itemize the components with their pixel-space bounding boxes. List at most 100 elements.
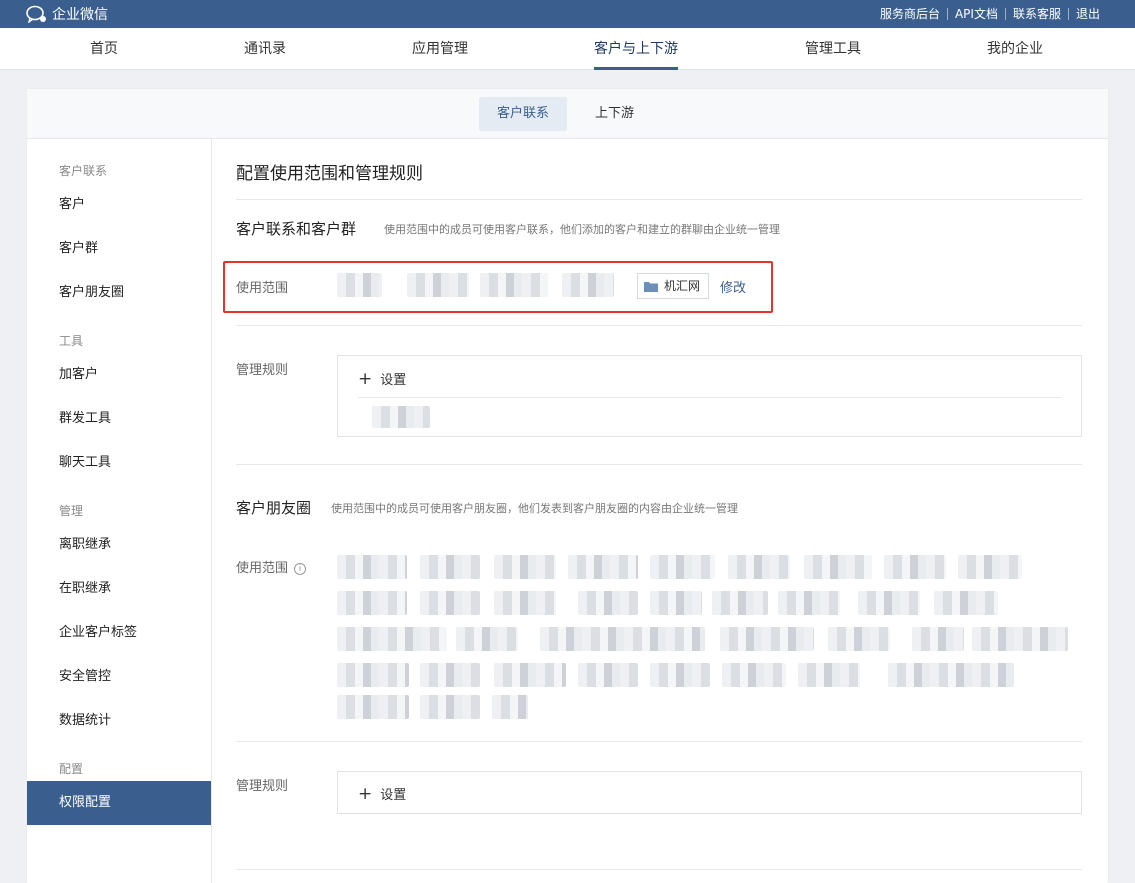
sidebar-item-customer-groups[interactable]: 客户群 bbox=[27, 227, 211, 271]
logo[interactable]: 企业微信 bbox=[26, 4, 108, 24]
info-icon[interactable]: i bbox=[294, 563, 307, 575]
blurred-member bbox=[494, 555, 556, 579]
blurred-member bbox=[492, 695, 528, 719]
rule-label-contact: 管理规则 bbox=[236, 363, 289, 378]
plus-icon: + bbox=[358, 783, 373, 804]
folder-icon bbox=[644, 281, 658, 292]
blurred-member bbox=[420, 591, 480, 615]
blurred-member bbox=[884, 555, 946, 579]
nav-item-my-company[interactable]: 我的企业 bbox=[987, 28, 1043, 70]
sidebar: 客户联系 客户 客户群 客户朋友圈 工具 加客户 群发工具 聊天工具 管理 离职… bbox=[27, 139, 212, 883]
rule-box-moments: + 设置 bbox=[337, 771, 1082, 814]
nav-item-home[interactable]: 首页 bbox=[90, 28, 118, 70]
sub-tabs: 客户联系 上下游 bbox=[27, 89, 1108, 139]
sidebar-item-mass-send[interactable]: 群发工具 bbox=[27, 397, 211, 441]
blurred-member bbox=[494, 591, 556, 615]
blurred-member bbox=[494, 663, 566, 687]
blurred-member bbox=[578, 663, 638, 687]
scope-department-tag: 机汇网 bbox=[637, 273, 710, 299]
blurred-member bbox=[420, 695, 480, 719]
sidebar-item-add-customer[interactable]: 加客户 bbox=[27, 353, 211, 397]
section-title-moments: 客户朋友圈 bbox=[236, 499, 312, 517]
blurred-member bbox=[934, 591, 998, 615]
top-links: 服务商后台 API文档 联系客服 退出 bbox=[873, 0, 1107, 28]
rule-box-contact: + 设置 bbox=[337, 355, 1082, 437]
blurred-member bbox=[540, 627, 705, 651]
sidebar-item-customer-tags[interactable]: 企业客户标签 bbox=[27, 611, 211, 655]
blurred-member bbox=[858, 591, 920, 615]
top-bar: 企业微信 服务商后台 API文档 联系客服 退出 bbox=[0, 0, 1135, 28]
blurred-member bbox=[720, 627, 814, 651]
scope-label-moments-text: 使用范围 bbox=[236, 561, 289, 576]
blurred-member bbox=[337, 663, 409, 687]
blurred-member bbox=[337, 695, 409, 719]
divider bbox=[236, 199, 1082, 200]
content-area: 配置使用范围和管理规则 客户联系和客户群 使用范围中的成员可使用客户联系，他们添… bbox=[212, 139, 1108, 883]
top-link-api-docs[interactable]: API文档 bbox=[946, 8, 1005, 20]
inner-divider bbox=[358, 397, 1061, 398]
sidebar-item-permissions[interactable]: 权限配置 bbox=[27, 781, 211, 825]
set-label: 设置 bbox=[380, 788, 407, 803]
set-label: 设置 bbox=[380, 373, 407, 388]
main-card: 客户联系 上下游 客户联系 客户 客户群 客户朋友圈 工具 加客户 群发工具 聊… bbox=[27, 89, 1108, 883]
set-rule-button-moments[interactable]: + 设置 bbox=[358, 784, 406, 803]
blurred-member bbox=[722, 663, 786, 687]
subtab-customer-contact[interactable]: 客户联系 bbox=[479, 97, 568, 131]
top-link-support[interactable]: 联系客服 bbox=[1004, 8, 1068, 20]
scope-label: 使用范围 bbox=[236, 281, 289, 296]
main-nav: 首页 通讯录 应用管理 客户与上下游 管理工具 我的企业 bbox=[0, 28, 1135, 70]
sidebar-item-chat-tools[interactable]: 聊天工具 bbox=[27, 441, 211, 485]
blurred-member bbox=[650, 555, 715, 579]
scope-label-moments: 使用范围 i bbox=[236, 557, 307, 576]
sidebar-group-manage: 管理 bbox=[59, 504, 84, 518]
wecom-logo-icon bbox=[26, 5, 46, 23]
sidebar-item-customers[interactable]: 客户 bbox=[27, 183, 211, 227]
blurred-member bbox=[578, 591, 638, 615]
blurred-member bbox=[912, 627, 964, 651]
sidebar-group-customer-contact: 客户联系 bbox=[59, 164, 108, 178]
scope-tag-label: 机汇网 bbox=[664, 279, 701, 293]
blurred-member bbox=[728, 555, 790, 579]
sidebar-item-onjob-inherit[interactable]: 在职继承 bbox=[27, 567, 211, 611]
page-title: 配置使用范围和管理规则 bbox=[236, 164, 423, 184]
logo-text: 企业微信 bbox=[52, 7, 108, 23]
blurred-member bbox=[888, 663, 1014, 687]
divider bbox=[236, 464, 1082, 465]
blurred-member bbox=[337, 627, 447, 651]
blurred-member bbox=[650, 663, 710, 687]
blurred-member bbox=[958, 555, 1022, 579]
blurred-member bbox=[804, 555, 872, 579]
sidebar-item-security[interactable]: 安全管控 bbox=[27, 655, 211, 699]
modify-button[interactable]: 修改 bbox=[720, 277, 746, 296]
sidebar-item-resigned-inherit[interactable]: 离职继承 bbox=[27, 523, 211, 567]
blurred-member bbox=[420, 555, 480, 579]
sidebar-item-moments[interactable]: 客户朋友圈 bbox=[27, 271, 211, 315]
sidebar-item-statistics[interactable]: 数据统计 bbox=[27, 699, 211, 743]
blurred-member bbox=[337, 273, 382, 297]
blurred-member bbox=[972, 627, 1068, 651]
blurred-member bbox=[337, 555, 407, 579]
blurred-rule bbox=[372, 406, 430, 428]
nav-item-apps[interactable]: 应用管理 bbox=[412, 28, 468, 70]
blurred-member bbox=[798, 663, 860, 687]
section-title-contact: 客户联系和客户群 bbox=[236, 220, 357, 238]
blurred-member bbox=[778, 591, 840, 615]
blurred-member bbox=[712, 591, 768, 615]
blurred-member bbox=[337, 591, 407, 615]
nav-item-tools[interactable]: 管理工具 bbox=[805, 28, 861, 70]
divider bbox=[236, 325, 1082, 326]
divider bbox=[236, 869, 1082, 870]
set-rule-button-contact[interactable]: + 设置 bbox=[358, 369, 406, 388]
blurred-member bbox=[480, 273, 548, 297]
section-desc-moments: 使用范围中的成员可使用客户朋友圈，他们发表到客户朋友圈的内容由企业统一管理 bbox=[331, 502, 738, 515]
top-link-logout[interactable]: 退出 bbox=[1067, 8, 1107, 20]
nav-item-contacts[interactable]: 通讯录 bbox=[244, 28, 286, 70]
top-link-provider[interactable]: 服务商后台 bbox=[873, 8, 947, 20]
blurred-member bbox=[420, 663, 480, 687]
nav-item-customers[interactable]: 客户与上下游 bbox=[594, 28, 678, 70]
blurred-member bbox=[562, 273, 614, 297]
sidebar-group-tools: 工具 bbox=[59, 334, 84, 348]
subtab-upstream-downstream[interactable]: 上下游 bbox=[577, 97, 652, 131]
section-desc-contact: 使用范围中的成员可使用客户联系，他们添加的客户和建立的群聊由企业统一管理 bbox=[384, 223, 780, 236]
blurred-member bbox=[650, 591, 702, 615]
